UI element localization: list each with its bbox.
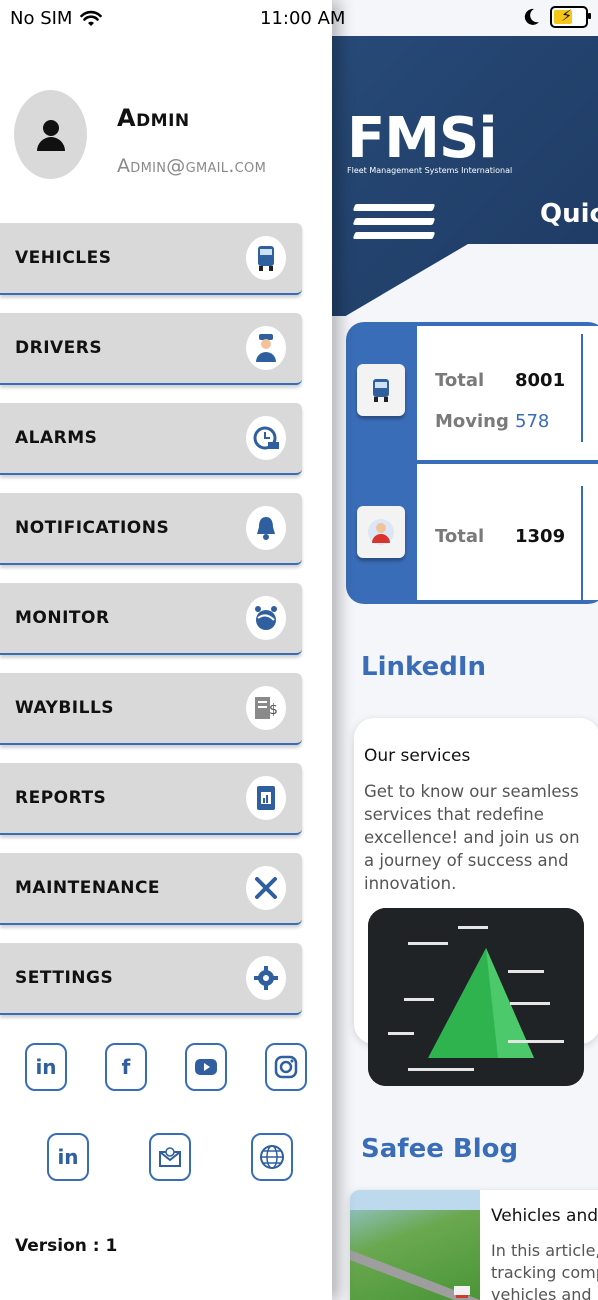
blog-excerpt-line: In this article, — [491, 1241, 598, 1260]
tools-icon — [246, 866, 286, 910]
bell-icon — [246, 506, 286, 550]
carrier-status: No SIM — [10, 8, 103, 29]
status-bar: No SIM 11:00 AM ⚡ — [0, 0, 598, 36]
post-title: Our services — [364, 746, 471, 766]
menu-item-reports[interactable]: REPORTS — [0, 763, 302, 835]
blog-post-card[interactable]: Vehicles and T In this article, tracking… — [350, 1190, 598, 1300]
fmsi-logo-subtitle: Fleet Management Systems International — [347, 166, 513, 175]
fleet-stats-card: Total 8001 Moving 578 Total 1309 — [346, 322, 598, 604]
youtube-icon[interactable] — [185, 1043, 227, 1091]
carrier-label: No SIM — [10, 8, 73, 29]
fmsi-logo: FMSi — [347, 106, 498, 171]
globe-icon[interactable] — [251, 1133, 293, 1181]
menu-item-alarms[interactable]: ALARMS — [0, 403, 302, 475]
wifi-icon — [80, 10, 103, 26]
vehicle-stats-panel: Total 8001 Moving 578 — [417, 326, 598, 460]
menu-item-label: ALARMS — [15, 428, 98, 448]
vehicle-stats-button[interactable] — [357, 364, 405, 416]
user-email: Admin@gmail.com — [117, 155, 267, 177]
menu-item-label: MONITOR — [15, 608, 110, 628]
driver-stats-button[interactable] — [357, 506, 405, 558]
vehicle-total-value: 8001 — [515, 370, 566, 391]
linkedin-icon[interactable]: in — [47, 1133, 89, 1181]
hamburger-menu-icon[interactable] — [352, 204, 436, 244]
navigation-drawer: Admin Admin@gmail.com VEHICLES DRIVERS A… — [0, 0, 332, 1300]
report-icon — [246, 776, 286, 820]
highway-image — [350, 1190, 480, 1300]
linkedin-post-card[interactable]: Our services Get to know our seamless se… — [354, 718, 598, 1086]
battery-icon: ⚡ — [550, 6, 591, 28]
truck-icon — [246, 236, 286, 280]
app-version: Version : 1 — [15, 1236, 118, 1256]
driver-avatar-icon — [368, 519, 394, 545]
driver-stats-panel: Total 1309 — [417, 464, 598, 600]
monitor-globe-icon — [246, 596, 286, 640]
blog-post-excerpt: In this article, tracking comp vehicles … — [491, 1240, 598, 1300]
menu-item-label: WAYBILLS — [15, 698, 115, 718]
moon-icon — [524, 8, 539, 25]
home-screen: FMSi Fleet Management Systems Internatio… — [332, 0, 598, 1300]
linkedin-section-title: LinkedIn — [361, 652, 487, 682]
menu-item-settings[interactable]: SETTINGS — [0, 943, 302, 1015]
facebook-icon[interactable]: f — [105, 1043, 147, 1091]
invoice-icon: $ — [246, 686, 286, 730]
services-infographic-image — [368, 908, 584, 1086]
driver-total-label: Total — [435, 526, 485, 547]
svg-text:$: $ — [269, 702, 278, 718]
user-icon — [36, 119, 65, 151]
menu-item-drivers[interactable]: DRIVERS — [0, 313, 302, 385]
menu-item-monitor[interactable]: MONITOR — [0, 583, 302, 655]
blog-excerpt-line: vehicles and lo — [491, 1285, 598, 1300]
vehicle-moving-label: Moving — [435, 411, 509, 432]
post-body: Get to know our seamless services that r… — [364, 782, 580, 893]
blog-section-title: Safee Blog — [361, 1134, 519, 1164]
status-icons: ⚡ — [524, 6, 591, 28]
quick-title: Quick — [540, 199, 598, 229]
driver-icon — [246, 326, 286, 370]
menu-item-label: VEHICLES — [15, 248, 112, 268]
avatar[interactable] — [14, 90, 87, 179]
blog-post-title: Vehicles and T — [491, 1206, 598, 1226]
linkedin-icon[interactable]: in — [25, 1043, 67, 1091]
instagram-icon[interactable] — [265, 1043, 307, 1091]
blog-excerpt-line: tracking comp — [491, 1263, 598, 1282]
gear-icon — [246, 956, 286, 1000]
menu-item-label: NOTIFICATIONS — [15, 518, 170, 538]
menu-item-label: DRIVERS — [15, 338, 103, 358]
social-links-row-2: in — [47, 1133, 293, 1181]
truck-icon — [373, 379, 389, 402]
vehicle-total-label: Total — [435, 370, 485, 391]
menu-item-label: SETTINGS — [15, 968, 114, 988]
menu-item-notifications[interactable]: NOTIFICATIONS — [0, 493, 302, 565]
menu-item-waybills[interactable]: WAYBILLS $ — [0, 673, 302, 745]
alarm-clock-icon — [246, 416, 286, 460]
vehicle-moving-value: 578 — [515, 411, 550, 432]
menu-item-maintenance[interactable]: MAINTENANCE — [0, 853, 302, 925]
driver-total-value: 1309 — [515, 526, 566, 547]
mail-icon[interactable] — [149, 1133, 191, 1181]
menu-item-vehicles[interactable]: VEHICLES — [0, 223, 302, 295]
menu-item-label: REPORTS — [15, 788, 107, 808]
menu-item-label: MAINTENANCE — [15, 878, 161, 898]
social-links-row-1: in f — [25, 1043, 307, 1091]
clock: 11:00 AM — [260, 8, 346, 29]
drawer-menu: VEHICLES DRIVERS ALARMS NOTIFICATIONS MO… — [0, 223, 304, 1033]
user-name: Admin — [117, 104, 190, 132]
header-curve-decoration — [332, 244, 598, 324]
